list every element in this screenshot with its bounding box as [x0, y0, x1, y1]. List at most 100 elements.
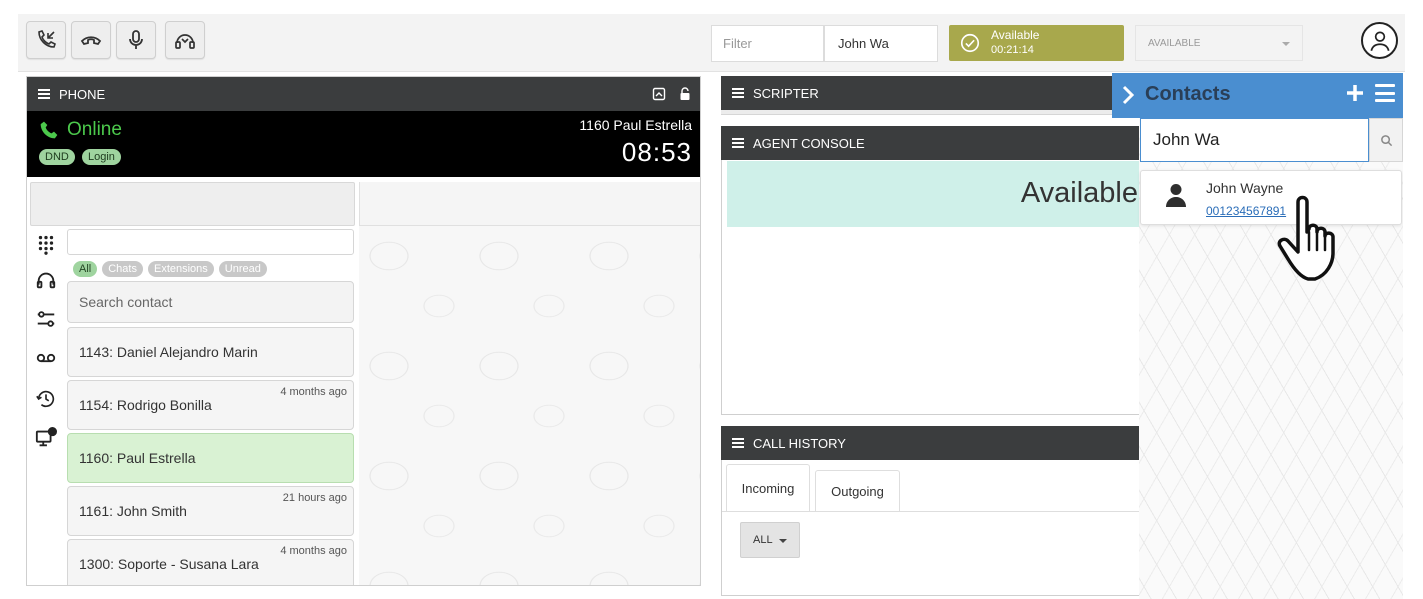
- filter-chip-extensions[interactable]: Extensions: [147, 261, 214, 277]
- scripter-panel-header: SCRIPTER: [721, 76, 1161, 110]
- contact-list-item[interactable]: 1161: John Smith 21 hours ago: [67, 486, 354, 536]
- user-avatar-button[interactable]: [1361, 22, 1398, 59]
- contact-name: 1161: John Smith: [79, 503, 187, 519]
- login-chip[interactable]: Login: [82, 149, 121, 165]
- call-filter-value: ALL: [753, 534, 773, 546]
- hamburger-icon[interactable]: [732, 438, 744, 448]
- call-history-header: CALL HISTORY: [721, 426, 1161, 460]
- status-label: Available: [991, 28, 1040, 42]
- call-filter-dropdown[interactable]: ALL: [740, 522, 800, 558]
- headset-icon: [175, 34, 195, 49]
- search-contact-input[interactable]: Search contact: [67, 281, 354, 323]
- contacts-header: Contacts: [1112, 73, 1403, 118]
- phone-panel-title: PHONE: [59, 86, 106, 102]
- contact-filter-chips: All Chats Extensions Unread: [73, 261, 267, 277]
- phone-icon: [40, 121, 58, 139]
- contact-time: 4 months ago: [280, 386, 347, 398]
- hangup-button[interactable]: [71, 21, 111, 59]
- contact-list-item-selected[interactable]: 1160: Paul Estrella: [67, 433, 354, 483]
- hangup-icon: [80, 36, 102, 46]
- contact-time: 4 months ago: [280, 545, 347, 557]
- scripter-panel-body: [721, 110, 1161, 115]
- chevron-right-icon[interactable]: [1118, 84, 1138, 106]
- transfer-call-button[interactable]: [26, 21, 66, 59]
- filter-chip-unread[interactable]: Unread: [218, 261, 267, 277]
- status-timer: 00:21:14: [991, 44, 1034, 56]
- search-contact-placeholder: Search contact: [79, 294, 173, 310]
- contact-list-item[interactable]: 1154: Rodrigo Bonilla 4 months ago: [67, 380, 354, 430]
- online-status-text: Online: [67, 119, 122, 140]
- scripter-title: SCRIPTER: [753, 85, 819, 101]
- lock-icon[interactable]: [678, 87, 692, 101]
- person-icon: [1166, 184, 1186, 207]
- app-window: Available 00:21:14 AVAILABLE PHONE Onlin…: [0, 0, 1423, 599]
- contact-result-phone-link[interactable]: 001234567891: [1206, 204, 1286, 218]
- contact-time: 21 hours ago: [282, 492, 347, 504]
- caret-down-icon: [1282, 42, 1290, 46]
- microphone-icon: [129, 30, 143, 49]
- headphones-icon: [36, 272, 56, 289]
- phone-panel-header: PHONE: [27, 77, 700, 111]
- phone-panel: PHONE Online DND Login 1160 Paul Estrell…: [26, 76, 701, 586]
- filter-input[interactable]: [711, 25, 824, 62]
- phone-body: All Chats Extensions Unread Search conta…: [27, 177, 700, 585]
- pointer-hand-cursor-icon: [1277, 195, 1335, 281]
- contact-name: 1300: Soporte - Susana Lara: [79, 556, 259, 572]
- chat-background: [359, 226, 700, 585]
- headset-button[interactable]: [165, 21, 205, 59]
- filter-chip-all[interactable]: All: [73, 261, 98, 277]
- screen-chat-button[interactable]: [33, 425, 59, 451]
- phone-mini-input[interactable]: [67, 229, 354, 255]
- minimize-icon[interactable]: [652, 87, 666, 101]
- contacts-panel: Contacts John Wayne 001234567891: [1112, 73, 1403, 599]
- voicemail-button[interactable]: [33, 345, 59, 371]
- contact-list-item[interactable]: 1143: Daniel Alejandro Marin: [67, 327, 354, 377]
- availability-select-value: AVAILABLE: [1148, 38, 1201, 49]
- contact-list-item[interactable]: 1300: Soporte - Susana Lara 4 months ago: [67, 539, 354, 585]
- microphone-button[interactable]: [116, 21, 156, 59]
- dialpad-icon: [38, 235, 54, 255]
- chat-header-area: [359, 182, 700, 226]
- tab-outgoing[interactable]: Outgoing: [815, 470, 900, 511]
- user-avatar-icon: [1369, 30, 1390, 51]
- top-toolbar: Available 00:21:14 AVAILABLE: [18, 14, 1405, 72]
- hamburger-icon[interactable]: [38, 89, 50, 99]
- contact-result-card[interactable]: John Wayne 001234567891: [1140, 170, 1402, 225]
- availability-select[interactable]: AVAILABLE: [1135, 25, 1303, 61]
- call-history-button[interactable]: [33, 386, 59, 412]
- menu-icon[interactable]: [1375, 84, 1395, 102]
- phone-tools-area: [30, 182, 355, 226]
- voicemail-icon: [36, 353, 56, 363]
- headphones-button[interactable]: [33, 267, 59, 293]
- sliders-icon: [37, 311, 55, 327]
- dialpad-button[interactable]: [33, 231, 59, 257]
- call-history-title: CALL HISTORY: [753, 435, 846, 451]
- tab-incoming[interactable]: Incoming: [726, 464, 810, 511]
- hamburger-icon[interactable]: [732, 88, 744, 98]
- status-button[interactable]: Available 00:21:14: [949, 25, 1124, 61]
- contacts-search-input[interactable]: [1140, 118, 1369, 162]
- agent-console-header: AGENT CONSOLE: [721, 126, 1161, 160]
- hamburger-icon[interactable]: [732, 138, 744, 148]
- phone-status-bar: Online DND Login 1160 Paul Estrella 08:5…: [27, 111, 700, 177]
- contact-name: 1160: Paul Estrella: [79, 450, 196, 466]
- settings-sliders-button[interactable]: [33, 306, 59, 332]
- agent-console-title: AGENT CONSOLE: [753, 135, 865, 151]
- caret-down-icon: [779, 539, 787, 543]
- agent-console-panel: AGENT CONSOLE Available: [721, 126, 1162, 415]
- call-timer: 08:53: [621, 137, 692, 167]
- filter-chip-chats[interactable]: Chats: [102, 261, 143, 277]
- agent-status-banner: Available: [727, 161, 1162, 227]
- check-circle-icon: [960, 33, 980, 53]
- contacts-title: Contacts: [1145, 83, 1231, 105]
- plus-icon[interactable]: [1345, 83, 1365, 103]
- contact-name: 1154: Rodrigo Bonilla: [79, 397, 212, 413]
- top-search-input[interactable]: [824, 25, 938, 62]
- online-indicator: Online: [39, 119, 122, 141]
- dnd-chip[interactable]: DND: [39, 149, 75, 165]
- search-icon: [1380, 134, 1392, 146]
- contacts-search-button[interactable]: [1369, 118, 1403, 162]
- extension-label: 1160 Paul Estrella: [579, 117, 692, 133]
- transfer-call-icon: [38, 30, 56, 48]
- clock-history-icon: [36, 390, 55, 408]
